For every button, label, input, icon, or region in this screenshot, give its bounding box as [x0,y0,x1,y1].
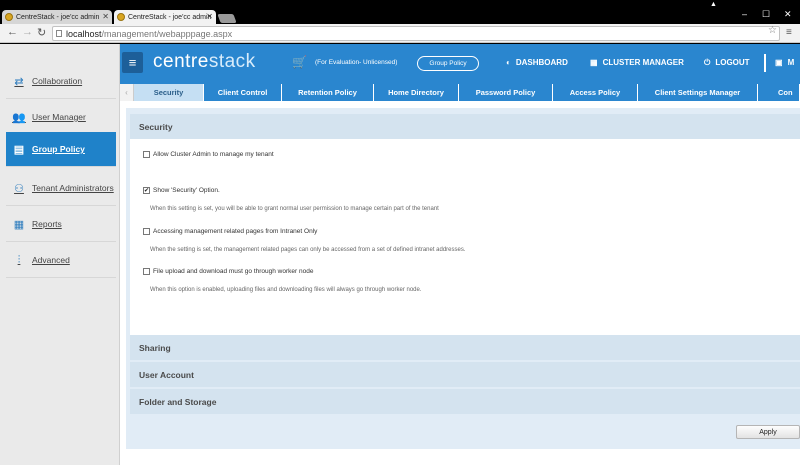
option-description: When the setting is set, the management … [150,247,466,253]
collaboration-icon: ⇄ [14,75,24,88]
logo-main: centre [153,51,209,72]
tenant-admin-icon: ⚇ [14,182,24,195]
sidebar-item-advanced[interactable]: ⫶ Advanced [6,243,116,278]
license-status: (For Evaluation- Unlicensed) [315,59,398,66]
tab-con[interactable]: Con [758,84,800,101]
section-user-account-header[interactable]: User Account [130,362,800,387]
dashboard-link[interactable]: ◐ DASHBOARD [506,58,568,67]
browser-tab-title: CentreStack - joe'cc admin [128,14,212,21]
tab-scroll-left-icon[interactable]: ‹ [120,84,134,101]
favicon-icon [117,13,125,21]
section-security-header[interactable]: Security [130,114,800,139]
reports-icon: ▦ [13,218,25,231]
app-header: ≡ centrestack 🛒 (For Evaluation- Unlicen… [120,44,800,84]
maximize-icon[interactable]: ☐ [762,9,770,20]
url-host: localhost [66,28,102,39]
sidebar-item-label: Group Policy [32,144,85,154]
user-profile-icon[interactable]: ▲ [710,1,717,8]
checkbox[interactable] [143,151,150,158]
sidebar-item-label: User Manager [32,112,86,122]
monitor-link[interactable]: ▣ M [775,58,794,67]
tab-retention-policy[interactable]: Retention Policy [282,84,374,101]
checkbox[interactable] [143,268,150,275]
reload-icon[interactable]: ↻ [37,26,46,39]
cluster-manager-label: CLUSTER MANAGER [602,58,684,67]
section-folder-storage-header[interactable]: Folder and Storage [130,389,800,414]
monitor-label: M [787,58,795,67]
group-policy-button[interactable]: Group Policy [417,56,479,71]
tab-security[interactable]: Security [134,84,204,101]
sidebar: ⇄ Collaboration 👥 User Manager ▤ Group P… [0,44,120,465]
sidebar-item-label: Tenant Administrators [32,183,114,193]
browser-tab-title: CentreStack - joe'cc admin [16,14,100,21]
logo-light: stack [208,51,256,72]
tab-access-policy[interactable]: Access Policy [553,84,638,101]
sidebar-item-collaboration[interactable]: ⇄ Collaboration [6,64,116,99]
monitor-icon: ▣ [775,58,783,67]
back-icon[interactable]: ← [7,26,18,38]
tab-home-directory[interactable]: Home Directory [374,84,459,101]
logo: centrestack [153,51,256,73]
web-page: ⇄ Collaboration 👥 User Manager ▤ Group P… [0,44,800,465]
sidebar-item-group-policy[interactable]: ▤ Group Policy [6,132,116,167]
forward-icon[interactable]: → [22,26,33,38]
policy-content: Security Allow Cluster Admin to manage m… [126,108,800,449]
sidebar-item-label: Reports [32,219,62,229]
new-tab-button[interactable] [217,14,237,23]
browser-tab-1[interactable]: CentreStack - joe'cc admin ✕ [2,10,112,25]
window-close-icon[interactable]: ✕ [784,9,792,20]
option-allow-cluster-admin[interactable]: Allow Cluster Admin to manage my tenant [143,151,274,158]
page-icon [56,30,62,37]
browser-toolbar: ← → ↻ localhost/management/webapppage.as… [0,24,800,43]
cluster-manager-link[interactable]: ▦ CLUSTER MANAGER [590,58,684,67]
option-label: Allow Cluster Admin to manage my tenant [153,151,274,158]
tab-client-control[interactable]: Client Control [204,84,282,101]
browser-window: CentreStack - joe'cc admin ✕ CentreStack… [0,0,800,465]
cart-icon[interactable]: 🛒 [292,55,307,69]
sidebar-item-tenant-administrators[interactable]: ⚇ Tenant Administrators [6,171,116,206]
bookmark-star-icon[interactable]: ☆ [768,25,777,36]
sidebar-item-label: Collaboration [32,76,83,86]
header-divider [764,54,766,72]
logout-label: LOGOUT [715,58,750,67]
policy-tabs: ‹ Security Client Control Retention Poli… [120,84,800,101]
sidebar-item-label: Advanced [32,255,70,265]
option-label: Show 'Security' Option. [153,187,220,194]
section-sharing-header[interactable]: Sharing [130,335,800,360]
dashboard-label: DASHBOARD [515,58,568,67]
checkbox[interactable] [143,228,150,235]
option-intranet-only[interactable]: Accessing management related pages from … [143,228,317,235]
option-description: When this setting is set, you will be ab… [150,206,439,212]
minimize-icon[interactable]: – [742,9,747,19]
apply-button[interactable]: Apply [736,425,800,439]
hamburger-menu-icon[interactable]: ≡ [122,52,143,73]
dashboard-icon: ◐ [506,58,511,67]
checkbox-checked[interactable]: ✔ [143,187,150,194]
power-icon: ⏻ [704,58,711,67]
chrome-menu-icon[interactable]: ≡ [786,27,792,38]
close-tab-icon[interactable]: ✕ [206,12,213,21]
favicon-icon [5,13,13,21]
users-icon: 👥 [12,111,26,124]
group-policy-icon: ▤ [13,143,25,156]
url-path: /management/webapppage.aspx [101,28,233,39]
logout-link[interactable]: ⏻ LOGOUT [704,58,750,68]
tab-password-policy[interactable]: Password Policy [459,84,553,101]
browser-tab-2[interactable]: CentreStack - joe'cc admin ✕ [114,10,216,25]
option-show-security[interactable]: ✔ Show 'Security' Option. [143,187,220,194]
advanced-icon: ⫶ [17,253,21,266]
option-description: When this option is enabled, uploading f… [150,287,422,293]
sidebar-item-user-manager[interactable]: 👥 User Manager [6,100,116,135]
address-bar[interactable]: localhost/management/webapppage.aspx [52,26,780,41]
server-icon: ▦ [590,58,598,67]
security-section-body: Allow Cluster Admin to manage my tenant … [130,139,800,335]
option-label: File upload and download must go through… [153,268,314,275]
close-tab-icon[interactable]: ✕ [102,12,109,21]
sidebar-item-reports[interactable]: ▦ Reports [6,207,116,242]
option-worker-node[interactable]: File upload and download must go through… [143,268,313,275]
tab-client-settings-manager[interactable]: Client Settings Manager [638,84,758,101]
option-label: Accessing management related pages from … [153,228,318,235]
tab-strip: CentreStack - joe'cc admin ✕ CentreStack… [0,0,800,25]
